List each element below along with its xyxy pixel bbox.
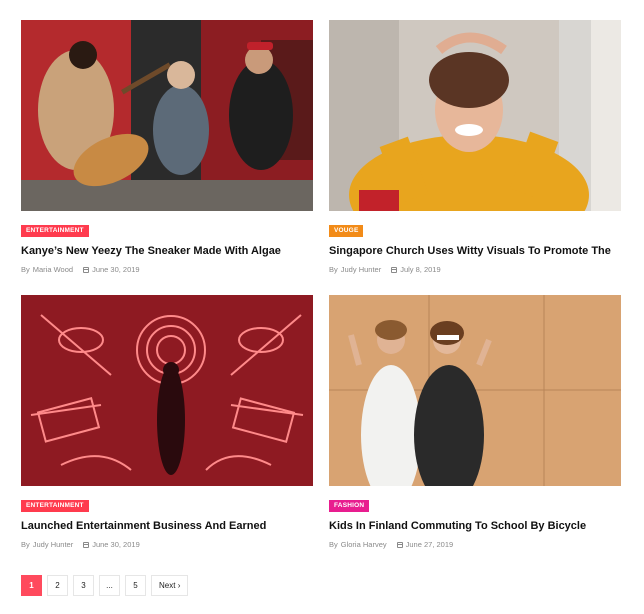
post-meta: By Judy Hunter June 30, 2019 [21, 540, 140, 549]
photo-musicians [21, 20, 313, 211]
photo-neon-instruments [21, 295, 313, 486]
post-image-neon[interactable] [21, 295, 313, 486]
post-image-musicians[interactable] [21, 20, 313, 211]
post-title[interactable]: Launched Entertainment Business And Earn… [21, 520, 313, 532]
post-meta: By Maria Wood June 30, 2019 [21, 265, 140, 274]
post-date: June 27, 2019 [405, 540, 454, 549]
post-card: FASHION Kids In Finland Commuting To Sch… [329, 295, 621, 549]
post-card: ENTERTAINMENT Kanye’s New Yeezy The Snea… [21, 20, 313, 274]
page-2-button[interactable]: 2 [47, 575, 68, 596]
page-1-button[interactable]: 1 [21, 575, 42, 596]
post-title[interactable]: Kids In Finland Commuting To School By B… [329, 520, 621, 532]
post-image-woman-yellow[interactable] [329, 20, 621, 211]
next-label: Next [159, 581, 176, 590]
category-badge[interactable]: ENTERTAINMENT [21, 225, 89, 237]
post-date: June 30, 2019 [92, 265, 140, 274]
calendar-icon [83, 541, 90, 548]
post-meta: By Judy Hunter July 8, 2019 [329, 265, 441, 274]
post-card: ENTERTAINMENT Launched Entertainment Bus… [21, 295, 313, 549]
pagination: 1 2 3 ... 5 Next › [21, 575, 189, 596]
post-date: June 30, 2019 [92, 540, 140, 549]
post-image-two-women[interactable] [329, 295, 621, 486]
by-label: By [329, 540, 338, 549]
calendar-icon [83, 266, 90, 273]
by-label: By [329, 265, 338, 274]
category-badge[interactable]: FASHION [329, 500, 370, 512]
chevron-right-icon: › [177, 581, 181, 590]
page-ellipsis: ... [99, 575, 120, 596]
author-link[interactable]: Judy Hunter [33, 540, 73, 549]
calendar-icon [391, 266, 398, 273]
author-link[interactable]: Judy Hunter [341, 265, 381, 274]
post-meta: By Gloria Harvey June 27, 2019 [329, 540, 453, 549]
post-title[interactable]: Singapore Church Uses Witty Visuals To P… [329, 245, 621, 257]
category-badge[interactable]: ENTERTAINMENT [21, 500, 89, 512]
page-5-button[interactable]: 5 [125, 575, 146, 596]
calendar-icon [396, 541, 403, 548]
next-page-button[interactable]: Next › [151, 575, 189, 596]
category-badge[interactable]: VOUGE [329, 225, 364, 237]
post-card: VOUGE Singapore Church Uses Witty Visual… [329, 20, 621, 274]
by-label: By [21, 265, 30, 274]
author-link[interactable]: Gloria Harvey [341, 540, 387, 549]
photo-two-women [329, 295, 621, 486]
post-date: July 8, 2019 [400, 265, 441, 274]
by-label: By [21, 540, 30, 549]
page-3-button[interactable]: 3 [73, 575, 94, 596]
post-title[interactable]: Kanye’s New Yeezy The Sneaker Made With … [21, 245, 313, 257]
photo-woman-yellow-shirt [329, 20, 621, 211]
author-link[interactable]: Maria Wood [33, 265, 73, 274]
